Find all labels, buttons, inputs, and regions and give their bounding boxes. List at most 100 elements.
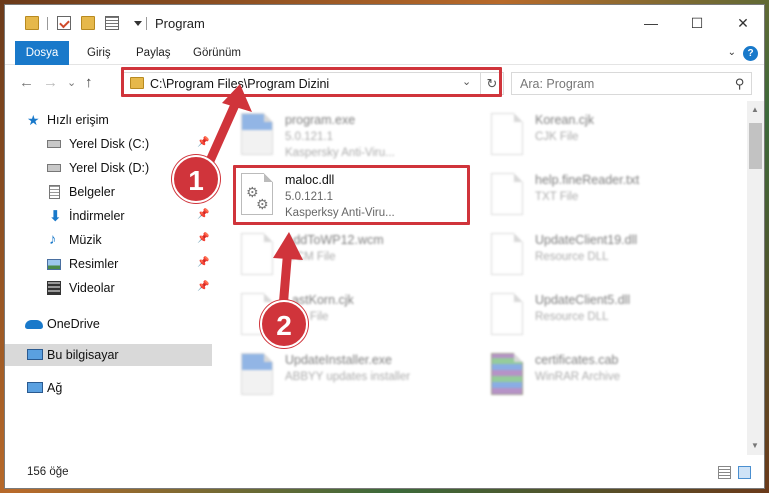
drive-icon — [47, 164, 61, 172]
file-item[interactable]: AddToWP12.wcm WCM File — [235, 229, 480, 285]
file-description: Kaspersky Anti-Viru... — [285, 147, 395, 159]
sidebar-item-label: OneDrive — [47, 317, 100, 331]
dll-gear-icon — [491, 233, 523, 275]
file-name: Korean.cjk — [535, 113, 595, 127]
file-document-icon — [491, 173, 523, 215]
expand-ribbon-chevron-icon[interactable]: ⌄ — [728, 47, 736, 58]
file-type: TXT File — [535, 191, 579, 203]
ribbon-tabs: Dosya Giriş Paylaş Görünüm ⌄ ? — [5, 41, 764, 65]
file-type: CJK File — [535, 131, 579, 143]
music-icon: ♪ — [49, 231, 57, 248]
toolbar-divider — [47, 17, 48, 30]
winrar-archive-icon — [491, 353, 523, 395]
drive-icon — [47, 140, 61, 148]
network-icon — [27, 382, 43, 393]
file-type: WCM File — [285, 251, 336, 263]
pin-icon[interactable]: 📌 — [197, 209, 209, 220]
file-item[interactable]: UpdateClient19.dll Resource DLL — [485, 229, 730, 285]
pin-icon[interactable]: 📌 — [197, 233, 209, 244]
videos-icon — [47, 281, 61, 295]
file-item[interactable]: help.fineReader.txt TXT File — [485, 169, 730, 225]
close-button[interactable]: ✕ — [720, 5, 764, 41]
pictures-icon — [47, 259, 61, 270]
search-icon[interactable]: ⚲ — [735, 76, 745, 92]
large-icons-view-icon[interactable] — [738, 466, 751, 479]
tab-view[interactable]: Görünüm — [193, 41, 241, 65]
new-folder-icon[interactable] — [81, 16, 95, 30]
sidebar-item-downloads[interactable]: ⬇ İndirmeler 📌 — [5, 205, 212, 227]
file-name: UpdateInstaller.exe — [285, 353, 393, 367]
file-name: program.exe — [285, 113, 356, 127]
search-input[interactable]: Ara: Program — [520, 77, 594, 91]
sidebar-item-this-pc[interactable]: Bu bilgisayar — [5, 344, 212, 366]
search-box[interactable]: Ara: Program ⚲ — [511, 72, 752, 95]
file-item[interactable]: program.exe 5.0.121.1 Kaspersky Anti-Vir… — [235, 109, 480, 165]
sidebar-item-videos[interactable]: Videolar 📌 — [5, 277, 212, 299]
file-type: WinRAR Archive — [535, 371, 620, 383]
up-button[interactable]: ↑ — [85, 74, 93, 91]
sidebar-item-label: Yerel Disk (C:) — [69, 137, 150, 151]
file-item[interactable]: UpdateInstaller.exe ABBYY updates instal… — [235, 349, 480, 405]
details-view-icon[interactable] — [718, 466, 731, 479]
file-name: AddToWP12.wcm — [285, 233, 384, 247]
dll-gear-icon — [491, 293, 523, 335]
file-item[interactable]: Korean.cjk CJK File — [485, 109, 730, 165]
status-bar: 156 öğe — [5, 456, 764, 488]
installer-icon — [241, 353, 273, 395]
file-item[interactable]: UpdateClient5.dll Resource DLL — [485, 289, 730, 345]
file-document-icon — [491, 113, 523, 155]
pin-icon[interactable]: 📌 — [197, 137, 209, 148]
forward-button[interactable]: → — [43, 74, 58, 91]
file-document-icon — [241, 233, 273, 275]
sidebar-item-label: Videolar — [69, 281, 115, 295]
sidebar-item-label: Bu bilgisayar — [47, 348, 119, 362]
vertical-scrollbar[interactable]: ▲ ▼ — [747, 101, 764, 455]
sidebar-item-label: Hızlı erişim — [47, 113, 109, 127]
tab-file[interactable]: Dosya — [15, 41, 69, 65]
sidebar-item-label: Yerel Disk (D:) — [69, 161, 150, 175]
recent-locations-chevron-icon[interactable]: ⌄ — [67, 76, 76, 89]
file-type: ABBYY updates installer — [285, 371, 411, 383]
folder-icon — [25, 16, 39, 30]
rename-icon[interactable] — [105, 16, 119, 30]
scroll-up-icon[interactable]: ▲ — [751, 105, 759, 114]
file-type: Resource DLL — [535, 311, 609, 323]
tab-home[interactable]: Giriş — [87, 41, 111, 65]
properties-icon[interactable] — [57, 16, 71, 30]
sidebar-item-onedrive[interactable]: OneDrive — [5, 313, 212, 335]
sidebar-item-quick-access[interactable]: ★ Hızlı erişim — [5, 109, 212, 131]
computer-icon — [27, 349, 43, 360]
sidebar-item-label: Belgeler — [69, 185, 115, 199]
file-name: UpdateClient19.dll — [535, 233, 638, 247]
pin-icon[interactable]: 📌 — [197, 257, 209, 268]
step-badge-1: 1 — [172, 155, 220, 203]
file-list: program.exe 5.0.121.1 Kaspersky Anti-Vir… — [220, 101, 744, 455]
scroll-down-icon[interactable]: ▼ — [751, 441, 759, 450]
toolbar-divider — [146, 17, 147, 30]
customize-toolbar-chevron-icon[interactable] — [134, 21, 142, 26]
maximize-button[interactable]: ☐ — [674, 5, 720, 41]
file-name: certificates.cab — [535, 353, 619, 367]
file-item[interactable]: certificates.cab WinRAR Archive — [485, 349, 730, 405]
star-icon: ★ — [27, 112, 40, 128]
tab-share[interactable]: Paylaş — [136, 41, 171, 65]
sidebar-item-label: Resimler — [69, 257, 119, 271]
file-name: help.fineReader.txt — [535, 173, 640, 187]
sidebar-item-label: Müzik — [69, 233, 102, 247]
dll-file-highlight — [233, 165, 470, 225]
sidebar-item-network[interactable]: Ağ — [5, 377, 212, 399]
title-bar: Program — ☐ ✕ — [5, 5, 764, 41]
help-icon[interactable]: ? — [743, 46, 758, 61]
sidebar-item-music[interactable]: ♪ Müzik 📌 — [5, 229, 212, 251]
sidebar-item-pictures[interactable]: Resimler 📌 — [5, 253, 212, 275]
sidebar-item-label: İndirmeler — [69, 209, 125, 223]
onedrive-icon — [25, 320, 43, 329]
documents-icon — [49, 185, 60, 199]
download-icon: ⬇ — [49, 208, 62, 225]
minimize-button[interactable]: — — [628, 5, 674, 41]
scrollbar-thumb[interactable] — [749, 123, 762, 169]
back-button[interactable]: ← — [19, 74, 34, 91]
file-version: 5.0.121.1 — [285, 131, 333, 143]
pin-icon[interactable]: 📌 — [197, 281, 209, 292]
sidebar-item-local-disk-c[interactable]: Yerel Disk (C:) 📌 — [5, 133, 212, 155]
